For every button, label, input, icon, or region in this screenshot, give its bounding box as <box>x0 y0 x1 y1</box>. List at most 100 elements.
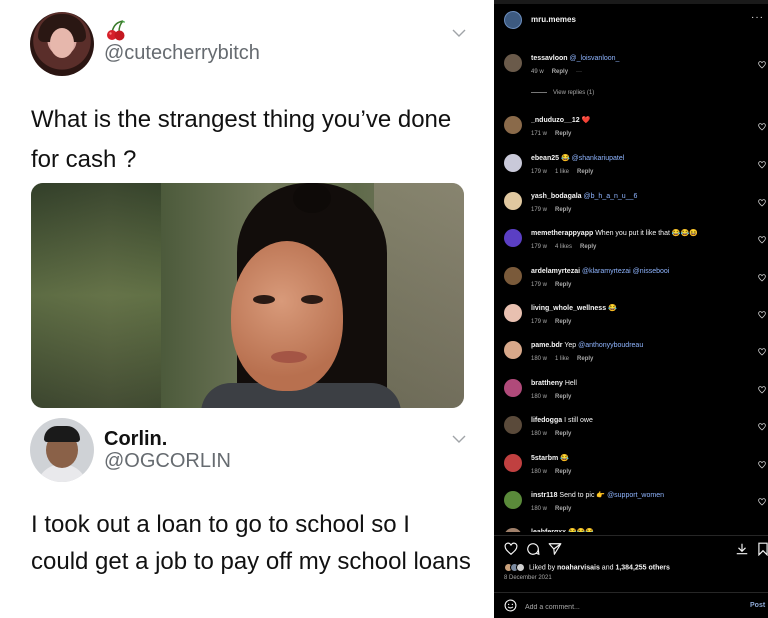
comment-list[interactable]: tessavloon @_loisvanloon_ 49 w Reply ··· Vie… <box>494 40 768 532</box>
like-comment-icon[interactable] <box>758 418 766 431</box>
like-comment-icon[interactable] <box>758 381 766 394</box>
comment-item: ardelamyrtezai @klaramyrtezai @nissebooi… <box>494 259 768 297</box>
comment-username[interactable]: lifedogga <box>531 417 562 424</box>
avatar[interactable] <box>504 528 522 532</box>
liker-username[interactable]: noaharvisais <box>557 564 600 571</box>
post-button[interactable]: Post <box>750 602 765 609</box>
comment-body: 😂😂😂 <box>568 529 594 532</box>
like-comment-icon[interactable] <box>758 56 766 69</box>
action-bar <box>494 535 768 561</box>
reply-button[interactable]: Reply <box>555 207 571 213</box>
avatar[interactable] <box>504 11 522 29</box>
reply-button[interactable]: Reply <box>555 282 571 288</box>
more-options-icon[interactable]: ··· <box>576 69 582 75</box>
comment-mention[interactable]: @b_h_a_n_u__6 <box>584 193 638 200</box>
comment-mention[interactable]: @shankariupatel <box>572 155 625 162</box>
comment-username[interactable]: pame.bdr <box>531 342 563 349</box>
reply-button[interactable]: Reply <box>555 319 571 325</box>
comment-username[interactable]: instr118 <box>531 492 557 499</box>
avatar[interactable] <box>504 116 522 134</box>
avatar[interactable] <box>504 454 522 472</box>
comment-username[interactable]: ardelamyrtezai <box>531 268 580 275</box>
reply-button[interactable]: Reply <box>555 506 571 512</box>
cherry-icon <box>104 18 128 42</box>
heart-icon[interactable] <box>504 542 518 556</box>
comment-username[interactable]: tessavloon <box>531 55 568 62</box>
download-icon[interactable] <box>735 542 749 556</box>
likes-count[interactable]: 1,384,255 others <box>615 564 669 571</box>
post-username[interactable]: mru.memes <box>531 15 576 24</box>
avatar[interactable] <box>504 416 522 434</box>
comment-likes[interactable]: 1 like <box>555 356 569 362</box>
more-options-icon[interactable]: ··· <box>751 12 764 23</box>
likes-summary[interactable]: Liked by noaharvisais and 1,384,255 othe… <box>504 563 670 572</box>
avatar <box>30 418 94 482</box>
tweet-text: I took out a loan to go to school so I c… <box>31 511 471 575</box>
comment-time: 180 w <box>531 431 548 437</box>
comment-username[interactable]: _nduduzo__12 <box>531 117 580 124</box>
comment-time: 179 w <box>531 244 548 250</box>
comment-time: 180 w <box>531 469 548 475</box>
comment-username[interactable]: memetherappyapp <box>531 230 593 237</box>
like-comment-icon[interactable] <box>758 456 766 469</box>
like-comment-icon[interactable] <box>758 194 766 207</box>
comment-text: memetherappyapp When you put it like tha… <box>531 229 753 239</box>
post-image[interactable]: @cutecherrybitch What is the strangest t… <box>0 0 494 618</box>
comment-mention[interactable]: @klaramyrtezai @nissebooi <box>582 268 669 275</box>
comment-input[interactable] <box>525 601 725 613</box>
comment-username[interactable]: leahfergxx <box>531 529 566 532</box>
comment-time: 180 w <box>531 394 548 400</box>
like-comment-icon[interactable] <box>758 118 766 131</box>
likes-connector: and <box>601 564 614 572</box>
comments-panel: mru.memes ··· tessavloon @_loisvanloon_ 4… <box>494 0 768 618</box>
reply-button[interactable]: Reply <box>580 244 596 250</box>
comment-mention[interactable]: @anthonyyboudreau <box>578 342 643 349</box>
reply-button[interactable]: Reply <box>555 431 571 437</box>
avatar[interactable] <box>504 154 522 172</box>
comment-body: 😂 <box>560 155 570 162</box>
emoji-icon[interactable] <box>504 599 517 612</box>
comment-likes[interactable]: 4 likes <box>555 244 572 250</box>
avatar[interactable] <box>504 341 522 359</box>
bookmark-icon[interactable] <box>756 542 768 557</box>
share-icon[interactable] <box>548 542 562 556</box>
avatar[interactable] <box>504 54 522 72</box>
avatar[interactable] <box>504 304 522 322</box>
comment-meta: 180 w Reply <box>531 506 579 512</box>
avatar[interactable] <box>504 192 522 210</box>
like-comment-icon[interactable] <box>758 231 766 244</box>
avatar[interactable] <box>504 379 522 397</box>
comment-item: _nduduzo__12 ❤️ 171 w Reply <box>494 108 768 146</box>
comment-username[interactable]: brattheny <box>531 380 563 387</box>
like-comment-icon[interactable] <box>758 156 766 169</box>
comment-item: ebean25 😂 @shankariupatel 179 w 1 like Repl… <box>494 146 768 184</box>
comment-time: 171 w <box>531 131 548 137</box>
comment-username[interactable]: 5starbm <box>531 455 558 462</box>
avatar[interactable] <box>504 267 522 285</box>
like-comment-icon[interactable] <box>758 343 766 356</box>
reply-button[interactable]: Reply <box>577 356 593 362</box>
reply-button[interactable]: Reply <box>555 394 571 400</box>
like-comment-icon[interactable] <box>758 306 766 319</box>
comment-mention[interactable]: @support_women <box>607 492 664 499</box>
reply-button[interactable]: Reply <box>577 169 593 175</box>
comment-username[interactable]: ebean25 <box>531 155 559 162</box>
comment-meta: 180 w 1 like Reply <box>531 356 601 362</box>
like-comment-icon[interactable] <box>758 269 766 282</box>
avatar[interactable] <box>504 229 522 247</box>
reply-button[interactable]: Reply <box>552 69 568 75</box>
comment-username[interactable]: living_whole_wellness <box>531 305 606 312</box>
comment-text: yash_bodagala @b_h_a_n_u__6 <box>531 192 753 202</box>
avatar[interactable] <box>504 491 522 509</box>
reply-button[interactable]: Reply <box>555 131 571 137</box>
view-replies-button[interactable]: View replies (1) <box>531 90 594 96</box>
comment-username[interactable]: yash_bodagala <box>531 193 582 200</box>
comment-mention[interactable]: @_loisvanloon_ <box>570 55 620 62</box>
reply-button[interactable]: Reply <box>555 469 571 475</box>
comment-body: 😂 <box>608 305 617 312</box>
comment-icon[interactable] <box>526 542 540 556</box>
comment-meta: 179 w Reply <box>531 207 579 213</box>
like-comment-icon[interactable] <box>758 493 766 506</box>
like-comment-icon[interactable] <box>758 530 766 532</box>
comment-likes[interactable]: 1 like <box>555 169 569 175</box>
